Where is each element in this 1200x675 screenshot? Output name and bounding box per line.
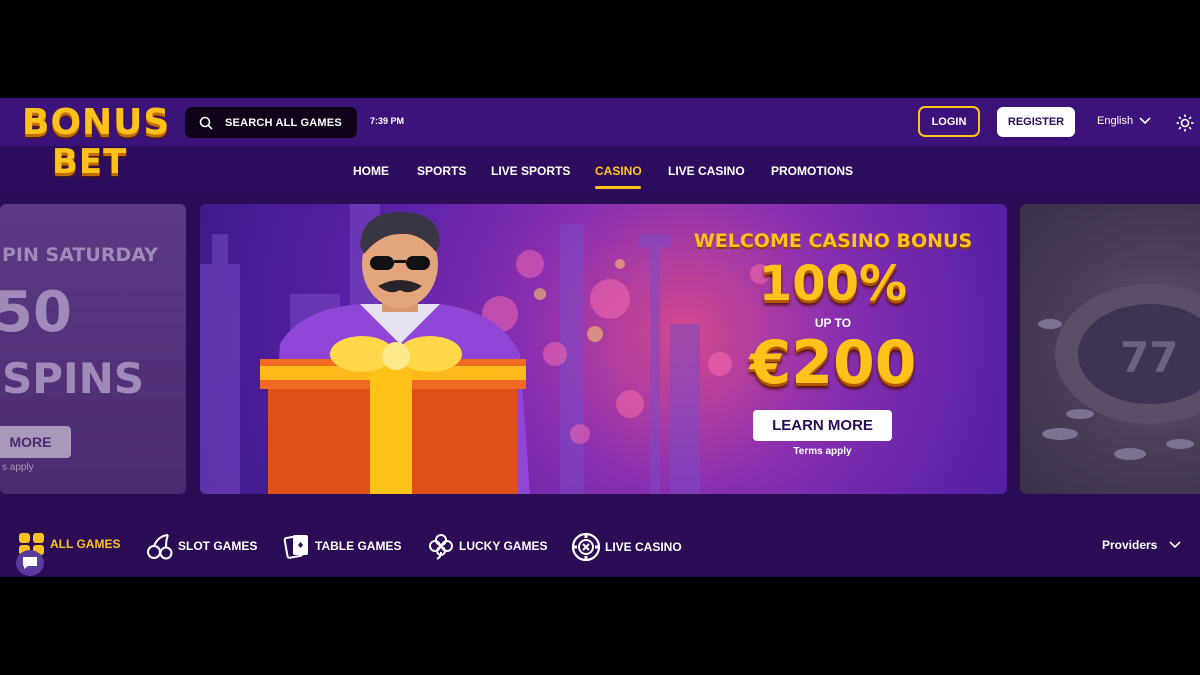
chevron-down-icon xyxy=(1169,541,1181,549)
nav-sports[interactable]: SPORTS xyxy=(417,164,466,178)
category-label: SLOT GAMES xyxy=(178,539,258,553)
category-lucky-games[interactable]: LUCKY GAMES xyxy=(427,532,547,560)
chevron-down-icon xyxy=(1139,117,1151,125)
logo-text-bottom: BET xyxy=(52,142,128,182)
nav-promotions[interactable]: PROMOTIONS xyxy=(771,164,853,178)
terms-apply-link[interactable]: Terms apply xyxy=(753,446,892,457)
cards-icon xyxy=(283,535,308,559)
banner-terms: s apply xyxy=(2,462,34,473)
banner-number: 50 xyxy=(0,280,72,345)
bonus-percentage: 100% xyxy=(758,256,908,312)
banner-title: WELCOME CASINO BONUS xyxy=(693,230,973,252)
promo-banner-welcome[interactable]: WELCOME CASINO BONUS 100% UP TO €200 LEA… xyxy=(200,204,1007,494)
promo-banner-next[interactable]: 77 xyxy=(1020,204,1200,494)
current-time: 7:39 PM xyxy=(370,116,405,126)
chat-button[interactable] xyxy=(16,550,44,576)
language-selector[interactable]: English xyxy=(1097,115,1151,127)
category-label: LUCKY GAMES xyxy=(459,539,548,553)
banner-more-button[interactable]: MORE xyxy=(0,426,71,458)
category-label: TABLE GAMES xyxy=(315,539,402,553)
banner-subtitle: SPINS xyxy=(2,354,145,403)
category-slot-games[interactable]: SLOT GAMES xyxy=(146,532,257,560)
search-placeholder: SEARCH ALL GAMES xyxy=(225,116,342,129)
slot-machine-illustration: 77 xyxy=(1038,284,1200,460)
register-button[interactable]: REGISTER xyxy=(997,107,1075,137)
chip-icon xyxy=(571,532,601,562)
bonus-amount: €200 xyxy=(749,328,917,398)
login-button[interactable]: LOGIN xyxy=(918,106,980,137)
game-category-bar: ALL GAMES SLOT GAMES TABLE GAMES LUCKY G… xyxy=(0,524,1200,564)
active-nav-indicator xyxy=(595,186,641,189)
providers-dropdown[interactable]: Providers xyxy=(1102,538,1181,552)
clover-icon xyxy=(429,534,453,560)
mascot-with-gift-illustration xyxy=(260,212,530,494)
providers-label: Providers xyxy=(1102,538,1158,552)
learn-more-button[interactable]: LEARN MORE xyxy=(753,410,892,441)
sun-icon[interactable] xyxy=(1176,114,1194,132)
nav-casino[interactable]: CASINO xyxy=(595,164,642,178)
search-icon xyxy=(199,116,213,130)
nav-live-sports[interactable]: LIVE SPORTS xyxy=(491,164,570,178)
nav-live-casino[interactable]: LIVE CASINO xyxy=(668,164,745,178)
language-label: English xyxy=(1097,115,1134,127)
svg-text:77: 77 xyxy=(1120,333,1178,382)
bonus-bet-logo[interactable]: BONUS BET xyxy=(18,102,178,184)
logo-text-top: BONUS xyxy=(22,102,171,143)
nav-home[interactable]: HOME xyxy=(353,164,389,178)
promo-banner-previous[interactable]: PIN SATURDAY 50 SPINS MORE s apply xyxy=(0,204,186,494)
chat-bubble-icon xyxy=(23,557,37,569)
category-table-games[interactable]: TABLE GAMES xyxy=(283,532,401,560)
casino-page: BONUS BET SEARCH ALL GAMES 7:39 PM LOGIN… xyxy=(0,98,1200,577)
search-bar[interactable]: SEARCH ALL GAMES xyxy=(185,107,357,138)
category-label: ALL GAMES xyxy=(50,537,121,551)
banner-title: PIN SATURDAY xyxy=(2,244,158,266)
category-live-casino[interactable]: LIVE CASINO xyxy=(571,532,682,562)
category-label: LIVE CASINO xyxy=(605,540,682,554)
cherries-icon xyxy=(147,534,173,560)
